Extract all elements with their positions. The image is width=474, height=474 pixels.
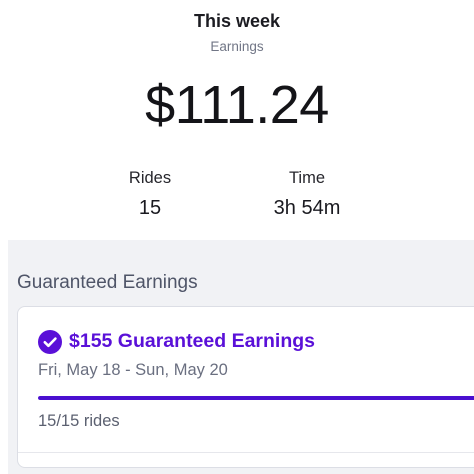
time-value: 3h 54m bbox=[273, 197, 341, 219]
page-title: This week bbox=[193, 11, 281, 31]
rides-value: 15 bbox=[138, 197, 162, 219]
section-title: Guaranteed Earnings bbox=[17, 272, 198, 293]
rides-progress-text: 15/15 rides bbox=[38, 412, 120, 430]
time-label: Time bbox=[288, 169, 326, 187]
rides-progress-fill bbox=[38, 396, 474, 400]
guarantee-date-range: Fri, May 18 - Sun, May 20 bbox=[38, 361, 228, 379]
rides-progress-bar bbox=[38, 396, 474, 400]
rides-stat: Rides 15 bbox=[80, 168, 220, 220]
card-divider bbox=[18, 452, 474, 453]
rides-label: Rides bbox=[128, 169, 172, 187]
guaranteed-earnings-card[interactable]: $155 Guaranteed Earnings Fri, May 18 - S… bbox=[17, 306, 474, 468]
time-stat: Time 3h 54m bbox=[237, 168, 377, 220]
earnings-amount: $111.24 bbox=[145, 75, 329, 135]
weekly-summary: This week Earnings $111.24 Rides 15 Time… bbox=[0, 0, 474, 240]
page-subtitle: Earnings bbox=[210, 39, 264, 54]
check-circle-icon bbox=[38, 330, 62, 354]
guaranteed-earnings-section: Guaranteed Earnings $155 Guaranteed Earn… bbox=[8, 240, 474, 474]
guarantee-title: $155 Guaranteed Earnings bbox=[69, 330, 316, 352]
